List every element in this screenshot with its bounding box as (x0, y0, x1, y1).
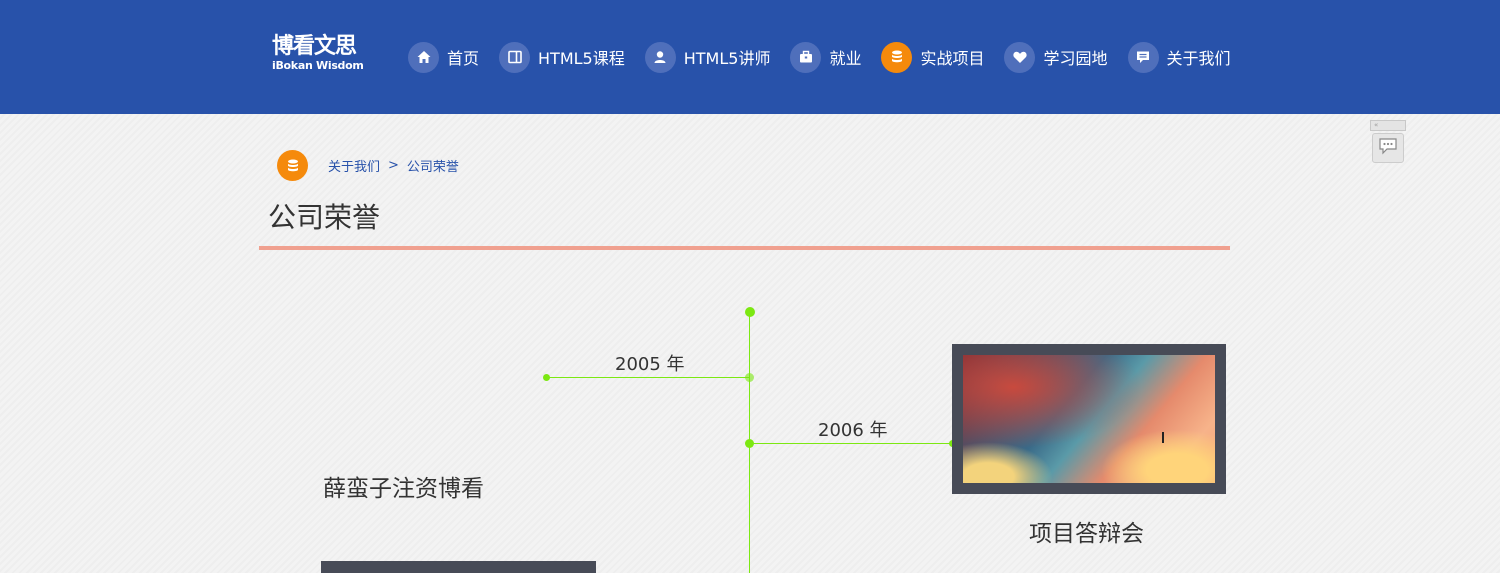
nav-label: HTML5讲师 (683, 49, 771, 68)
chat-button[interactable] (1372, 133, 1404, 163)
logo[interactable]: 博看文思 iBokan Wisdom (272, 36, 364, 73)
briefcase-icon (790, 41, 822, 73)
timeline-top-dot (745, 307, 755, 317)
nav-label: 实战项目 (920, 49, 985, 68)
nav-item-courses[interactable]: HTML5课程 (499, 41, 625, 73)
floating-chat-widget: « (1370, 120, 1406, 164)
chat-bubble-icon (1378, 137, 1398, 159)
database-icon (277, 150, 308, 181)
breadcrumb-parent-link[interactable]: 关于我们 (328, 156, 380, 175)
timeline-branch-2005 (547, 377, 750, 378)
breadcrumb: 关于我们 > 公司荣誉 (277, 150, 459, 181)
page-title: 公司荣誉 (268, 201, 381, 234)
timeline-year-2005: 2005 年 (615, 354, 685, 375)
nav-item-learning[interactable]: 学习园地 (1004, 41, 1108, 73)
timeline-caption-2005: 薛蛮子注资博看 (323, 476, 484, 502)
collapse-handle[interactable]: « (1370, 120, 1406, 131)
user-icon (644, 41, 676, 73)
event-photo (963, 355, 1215, 483)
nav-item-teachers[interactable]: HTML5讲师 (644, 41, 771, 73)
nav-item-projects[interactable]: 实战项目 (881, 41, 984, 73)
main-nav: 首页 HTML5课程 HTML5讲师 就业 实战项目 学习园地 关于我们 (408, 41, 1231, 73)
timeline-branch-2006 (750, 443, 953, 444)
nav-label: 学习园地 (1043, 49, 1108, 68)
nav-label: HTML5课程 (538, 49, 625, 68)
nav-item-jobs[interactable]: 就业 (790, 41, 861, 73)
breadcrumb-current: 公司荣誉 (406, 160, 459, 175)
breadcrumb-separator: > (388, 158, 399, 173)
timeline-node-dot (745, 373, 754, 382)
event-photo-frame (321, 561, 596, 573)
timeline-branch-end-dot (543, 374, 550, 381)
nav-item-about[interactable]: 关于我们 (1127, 41, 1231, 73)
timeline-year-2006: 2006 年 (818, 420, 888, 441)
title-divider (259, 246, 1230, 250)
nav-label: 首页 (447, 49, 480, 68)
nav-label: 就业 (829, 49, 862, 68)
book-icon (499, 41, 531, 73)
home-icon (408, 41, 439, 73)
logo-chinese: 博看文思 (272, 34, 357, 59)
photo-figure (1162, 432, 1164, 443)
message-icon (1127, 41, 1159, 73)
timeline-node-dot (745, 439, 754, 448)
event-photo-frame (952, 344, 1226, 494)
site-header: 博看文思 iBokan Wisdom 首页 HTML5课程 HTML5讲师 就业… (0, 0, 1500, 114)
nav-label: 关于我们 (1166, 49, 1231, 68)
logo-english: iBokan Wisdom (272, 59, 364, 72)
timeline-caption-2006: 项目答辩会 (1029, 521, 1144, 547)
heart-icon (1004, 41, 1036, 73)
nav-item-home[interactable]: 首页 (408, 41, 479, 73)
database-icon (881, 41, 913, 73)
